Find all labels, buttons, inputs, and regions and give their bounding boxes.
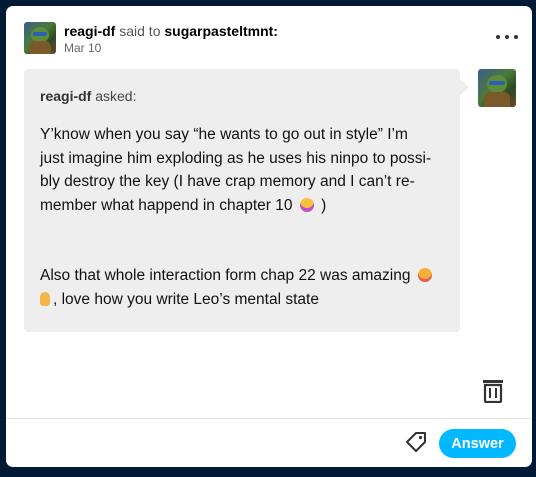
ok-hand-emoji-icon xyxy=(40,291,50,306)
author-name[interactable]: reagi-df xyxy=(64,23,115,39)
tag-icon[interactable] xyxy=(405,431,427,453)
post-card: reagi-df said to sugarpasteltmnt: Mar 10… xyxy=(6,6,532,467)
crying-emoji-icon xyxy=(299,197,314,212)
asked-text: asked: xyxy=(95,88,137,104)
kissing-emoji-icon xyxy=(417,268,432,282)
post-header: reagi-df said to sugarpasteltmnt: xyxy=(64,23,278,39)
asker-name[interactable]: reagi-df xyxy=(40,88,91,104)
answerer-avatar[interactable] xyxy=(478,69,516,107)
ask-bubble: reagi-df asked: Y’know when you say “he … xyxy=(24,69,469,332)
question-paragraph-1: Y’know when you say “he wants to go out … xyxy=(40,126,432,214)
said-to-text: said to xyxy=(119,23,161,39)
footer-divider xyxy=(6,418,532,419)
trash-icon[interactable] xyxy=(482,379,504,403)
more-options-icon[interactable] xyxy=(496,30,518,44)
asker-line: reagi-df asked: xyxy=(40,88,136,104)
ask-question: Y’know when you say “he wants to go out … xyxy=(40,123,452,311)
post-date: Mar 10 xyxy=(64,41,102,55)
author-avatar[interactable] xyxy=(24,22,56,54)
answer-button[interactable]: Answer xyxy=(439,429,516,458)
question-paragraph-2: Also that whole interaction form chap 22… xyxy=(40,264,452,311)
recipient-name[interactable]: sugarpasteltmnt: xyxy=(164,23,278,39)
